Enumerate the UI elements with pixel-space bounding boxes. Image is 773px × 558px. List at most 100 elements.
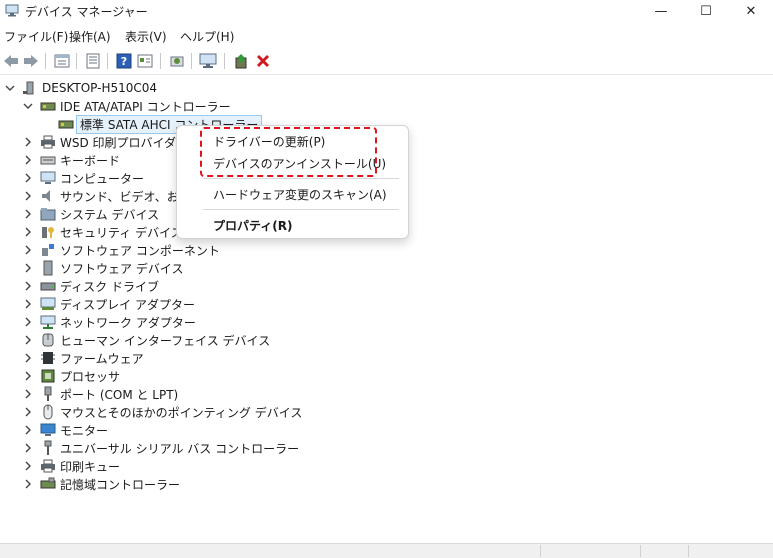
view-button[interactable]: [136, 52, 154, 70]
software-component-icon: [40, 242, 56, 258]
network-adapter-icon: [40, 314, 56, 330]
chevron-right-icon[interactable]: [22, 136, 34, 148]
chevron-right-icon[interactable]: [22, 208, 34, 220]
category-label: ファームウェア: [60, 351, 144, 366]
chevron-right-icon[interactable]: [22, 424, 34, 436]
tree-category[interactable]: プロセッサ: [22, 367, 120, 385]
category-label: ソフトウェア コンポーネント: [60, 243, 220, 258]
chevron-right-icon[interactable]: [22, 262, 34, 274]
tree-category[interactable]: ユニバーサル シリアル バス コントローラー: [22, 439, 299, 457]
port-icon: [40, 386, 56, 402]
chevron-right-icon[interactable]: [22, 226, 34, 238]
show-hide-icon: [54, 54, 70, 68]
view-icon: [137, 54, 153, 68]
chevron-right-icon[interactable]: [22, 460, 34, 472]
storage-controller-icon: [40, 98, 56, 114]
menu-item-scan-hardware[interactable]: ハードウェア変更のスキャン(A): [213, 186, 387, 203]
chevron-right-icon[interactable]: [22, 388, 34, 400]
tree-category-ide[interactable]: IDE ATA/ATAPI コントローラー: [22, 97, 231, 115]
category-label: システム デバイス: [60, 207, 160, 222]
chevron-right-icon[interactable]: [22, 190, 34, 202]
help-button[interactable]: ?: [115, 52, 133, 70]
chevron-right-icon[interactable]: [22, 442, 34, 454]
chevron-right-icon[interactable]: [22, 352, 34, 364]
tree-category[interactable]: ポート (COM と LPT): [22, 385, 178, 403]
storage-controller-icon: [58, 116, 74, 132]
update-driver-icon: [235, 54, 247, 69]
tree-category[interactable]: 印刷キュー: [22, 457, 120, 475]
category-label: コンピューター: [60, 171, 145, 186]
menu-help[interactable]: ヘルプ(H): [180, 28, 234, 45]
tree-category[interactable]: ソフトウェア コンポーネント: [22, 241, 220, 259]
chevron-right-icon[interactable]: [22, 316, 34, 328]
toolbar-separator: [160, 53, 161, 69]
category-label: ヒューマン インターフェイス デバイス: [60, 333, 271, 348]
chevron-right-icon[interactable]: [22, 154, 34, 166]
menu-separator: [203, 178, 399, 179]
tree-category[interactable]: マウスとそのほかのポインティング デバイス: [22, 403, 302, 421]
tree-category[interactable]: セキュリティ デバイス: [22, 223, 183, 241]
tree-category[interactable]: ヒューマン インターフェイス デバイス: [22, 331, 270, 349]
tree-category[interactable]: ディスク ドライブ: [22, 277, 159, 295]
maximize-icon: ☐: [700, 3, 712, 19]
chevron-right-icon[interactable]: [22, 298, 34, 310]
monitor-button[interactable]: [199, 52, 217, 70]
update-driver-button[interactable]: [232, 52, 250, 70]
status-divider: [540, 545, 541, 557]
tree-category[interactable]: モニター: [22, 421, 108, 439]
chevron-right-icon[interactable]: [22, 370, 34, 382]
chevron-down-icon[interactable]: [22, 100, 34, 112]
chevron-right-icon[interactable]: [22, 406, 34, 418]
status-bar: [0, 543, 773, 558]
window-title: デバイス マネージャー: [25, 5, 148, 19]
uninstall-button[interactable]: [254, 52, 272, 70]
properties-button[interactable]: [84, 52, 102, 70]
firmware-icon: [40, 350, 56, 366]
back-button[interactable]: [2, 52, 20, 70]
menu-file[interactable]: ファイル(F): [4, 28, 68, 45]
tree-category[interactable]: 記憶域コントローラー: [22, 475, 180, 493]
processor-icon: [40, 368, 56, 384]
tree-root[interactable]: DESKTOP-H510C04: [4, 79, 157, 97]
tree-category[interactable]: キーボード: [22, 151, 120, 169]
device-manager-app-icon: [5, 4, 19, 17]
forward-button[interactable]: [22, 52, 40, 70]
title-bar: デバイス マネージャー — ☐ ✕: [0, 0, 773, 22]
software-device-icon: [40, 260, 56, 276]
chevron-down-icon[interactable]: [4, 82, 16, 94]
chevron-right-icon[interactable]: [22, 244, 34, 256]
tree-category[interactable]: ネットワーク アダプター: [22, 313, 196, 331]
tree-category[interactable]: ソフトウェア デバイス: [22, 259, 183, 277]
keyboard-icon: [40, 152, 56, 168]
close-button[interactable]: ✕: [728, 0, 773, 22]
category-label: 印刷キュー: [60, 459, 121, 474]
tree-category[interactable]: ディスプレイ アダプター: [22, 295, 195, 313]
maximize-button[interactable]: ☐: [683, 0, 729, 22]
menu-bar: ファイル(F) 操作(A) 表示(V) ヘルプ(H): [0, 26, 773, 46]
chevron-right-icon[interactable]: [22, 280, 34, 292]
menu-view[interactable]: 表示(V): [125, 28, 167, 45]
properties-icon: [86, 53, 100, 69]
chevron-right-icon[interactable]: [22, 334, 34, 346]
chevron-right-icon[interactable]: [22, 172, 34, 184]
category-label: モニター: [60, 423, 109, 438]
category-label: プロセッサ: [60, 369, 121, 384]
scan-hardware-button[interactable]: [168, 52, 186, 70]
show-hide-button[interactable]: [53, 52, 71, 70]
uninstall-icon: [256, 54, 270, 68]
chevron-right-icon[interactable]: [22, 478, 34, 490]
menu-action[interactable]: 操作(A): [69, 28, 111, 45]
menu-item-properties[interactable]: プロパティ(R): [213, 217, 293, 234]
minimize-button[interactable]: —: [638, 0, 684, 22]
tree-category[interactable]: ファームウェア: [22, 349, 144, 367]
close-icon: ✕: [745, 3, 757, 19]
tree-category[interactable]: コンピューター: [22, 169, 144, 187]
category-label: IDE ATA/ATAPI コントローラー: [60, 99, 231, 114]
tree-category[interactable]: WSD 印刷プロバイダー: [22, 133, 188, 151]
help-icon: ?: [116, 53, 132, 69]
status-divider: [640, 545, 641, 557]
tree-category[interactable]: システム デバイス: [22, 205, 159, 223]
mouse-icon: [40, 404, 56, 420]
monitor-icon: [40, 422, 56, 438]
toolbar-separator: [224, 53, 225, 69]
